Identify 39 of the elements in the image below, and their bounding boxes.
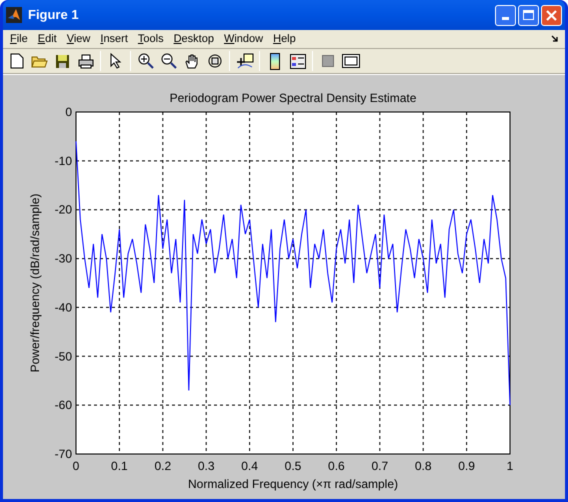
menu-item[interactable]: Window (218, 30, 268, 48)
x-tick-label: 0.3 (198, 459, 215, 473)
y-tick-label: -50 (54, 349, 72, 364)
y-tick-label: 0 (65, 105, 72, 119)
dock-arrow-icon[interactable] (551, 35, 559, 43)
y-tick-label: -20 (54, 202, 72, 217)
close-icon (546, 10, 557, 20)
maximize-button[interactable] (518, 4, 539, 26)
y-tick-label: -30 (54, 252, 72, 266)
minimize-icon (502, 16, 509, 20)
x-tick-label: 0.4 (241, 459, 258, 473)
x-tick-label: 0 (72, 459, 80, 473)
menu-item[interactable]: Edit (32, 30, 62, 48)
y-tick-label: -10 (54, 154, 72, 168)
menu-item[interactable]: Desktop (168, 30, 219, 48)
x-tick-label: 0.5 (284, 459, 302, 473)
window-title: Figure 1 (28, 6, 79, 24)
x-tick-label: 1 (506, 459, 514, 473)
close-button[interactable] (541, 4, 562, 26)
menu-item[interactable]: Tools (132, 30, 169, 48)
x-axis-label: Normalized Frequency (×π rad/sample) (188, 477, 398, 491)
x-tick-label: 0.8 (414, 459, 432, 473)
x-tick-label: 0.2 (154, 459, 172, 473)
x-tick-label: 0.9 (458, 459, 475, 473)
maximize-icon (523, 10, 534, 20)
menu-item[interactable]: Help (268, 30, 301, 48)
y-tick-label: -40 (54, 300, 72, 314)
app-logo-icon (6, 7, 22, 23)
x-tick-label: 0.7 (371, 459, 388, 473)
x-tick-label: 0.6 (328, 459, 345, 473)
minimize-button[interactable] (495, 4, 516, 26)
plot-title: Periodogram Power Spectral Density Estimate (170, 91, 416, 105)
menu-item[interactable]: Insert (95, 30, 133, 48)
y-tick-label: -60 (54, 398, 72, 412)
y-axis-label: Power/frequency (dB/rad/sample) (28, 194, 42, 372)
y-tick-label: -70 (54, 447, 72, 461)
menu-item[interactable]: View (62, 30, 96, 48)
menu-item[interactable]: File (5, 30, 33, 48)
x-tick-label: 0.1 (111, 459, 128, 473)
